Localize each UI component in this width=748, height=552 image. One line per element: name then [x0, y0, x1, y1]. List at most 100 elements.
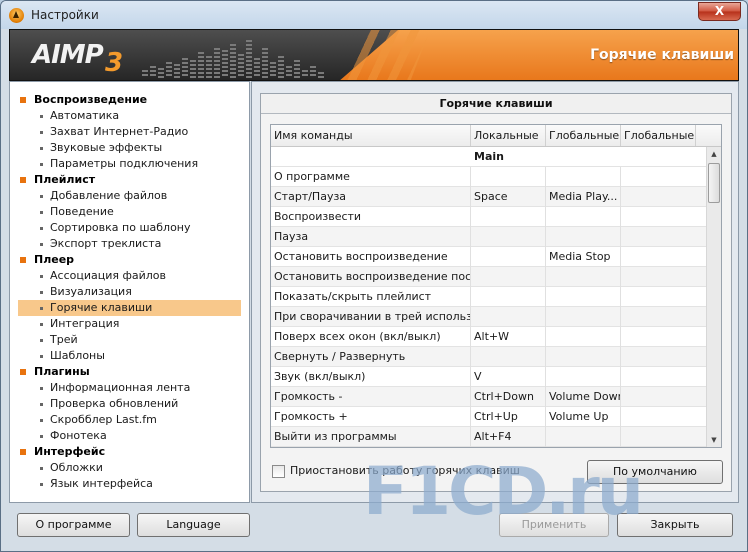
tree-item[interactable]: Скробблер Last.fm: [10, 412, 249, 428]
cell-command: Свернуть / Развернуть: [271, 347, 471, 367]
suspend-hotkeys-checkbox[interactable]: [272, 464, 285, 478]
cell-global2: [621, 247, 707, 267]
tree-dot-icon: [40, 387, 43, 390]
cell-command: Выйти из программы: [271, 427, 471, 447]
cell-command: При сворачивании в трей использо...: [271, 307, 471, 327]
hotkeys-table[interactable]: Имя команды Локальные Глобальные 1 Глоба…: [270, 124, 722, 448]
title-bar[interactable]: Настройки X: [1, 1, 747, 29]
tree-item[interactable]: Параметры подключения: [10, 156, 249, 172]
table-row[interactable]: Выйти из программы Alt+F4: [271, 427, 707, 447]
column-header-command[interactable]: Имя команды: [271, 125, 471, 146]
column-header-global2[interactable]: Глобальные 2: [621, 125, 696, 146]
tree-item[interactable]: Обложки: [10, 460, 249, 476]
tree-dot-icon: [40, 211, 43, 214]
window-close-button[interactable]: X: [698, 2, 741, 21]
table-row[interactable]: Громкость + Ctrl+Up Volume Up: [271, 407, 707, 427]
tree-item[interactable]: Интеграция: [10, 316, 249, 332]
table-row[interactable]: Остановить воспроизведение Media Stop: [271, 247, 707, 267]
tree-item[interactable]: Автоматика: [10, 108, 249, 124]
table-row[interactable]: Показать/скрыть плейлист: [271, 287, 707, 307]
cell-command: Показать/скрыть плейлист: [271, 287, 471, 307]
tree-item[interactable]: Трей: [10, 332, 249, 348]
cell-command: Пауза: [271, 227, 471, 247]
cell-local: [471, 307, 546, 327]
header-banner: AIMP 3 Горячие клавиши: [9, 29, 739, 81]
cell-global2: [621, 287, 707, 307]
cell-command: Громкость +: [271, 407, 471, 427]
cell-local: Ctrl+Down: [471, 387, 546, 407]
tree-item[interactable]: Поведение: [10, 204, 249, 220]
settings-tree: Воспроизведение Автоматика Захват Интернет…: [9, 81, 250, 503]
tree-item[interactable]: Экспорт треклиста: [10, 236, 249, 252]
tree-item[interactable]: Фонотека: [10, 428, 249, 444]
tree-item-label: Проверка обновлений: [50, 397, 179, 410]
tree-dot-icon: [40, 307, 43, 310]
tree-dot-icon: [40, 131, 43, 134]
tree-dot-icon: [40, 483, 43, 486]
table-row[interactable]: Звук (вкл/выкл) V: [271, 367, 707, 387]
tree-item[interactable]: Визуализация: [10, 284, 249, 300]
scroll-down-arrow-icon[interactable]: ▼: [707, 433, 721, 447]
cell-global2: [621, 187, 707, 207]
cell-local: [471, 227, 546, 247]
tree-item[interactable]: Проверка обновлений: [10, 396, 249, 412]
table-row[interactable]: Старт/Пауза Space Media Play...: [271, 187, 707, 207]
cell-command: Остановить воспроизведение посл...: [271, 267, 471, 287]
cell-command: Громкость -: [271, 387, 471, 407]
tree-item[interactable]: Ассоциация файлов: [10, 268, 249, 284]
tree-item[interactable]: Горячие клавиши: [18, 300, 241, 316]
settings-window: Настройки X AIMP 3 Горячие клавиши Воспр…: [0, 0, 748, 552]
equalizer-bar: [262, 48, 268, 78]
category-bullet-icon: [20, 369, 26, 375]
cell-global2: [621, 427, 707, 447]
tree-item[interactable]: Информационная лента: [10, 380, 249, 396]
tree-item-label: Параметры подключения: [50, 157, 199, 170]
column-header-global1[interactable]: Глобальные 1: [546, 125, 621, 146]
tree-category[interactable]: Плеер: [10, 252, 249, 268]
tree-category[interactable]: Интерфейс: [10, 444, 249, 460]
tree-item[interactable]: Язык интерфейса: [10, 476, 249, 492]
equalizer-bar: [214, 48, 220, 78]
column-header-local[interactable]: Локальные: [471, 125, 546, 146]
tree-dot-icon: [40, 419, 43, 422]
tree-category[interactable]: Плейлист: [10, 172, 249, 188]
language-button[interactable]: Language: [137, 513, 250, 537]
tree-item[interactable]: Сортировка по шаблону: [10, 220, 249, 236]
table-scrollbar[interactable]: ▲ ▼: [706, 147, 721, 447]
tree-dot-icon: [40, 323, 43, 326]
tree-item[interactable]: Звуковые эффекты: [10, 140, 249, 156]
table-row[interactable]: Поверх всех окон (вкл/выкл) Alt+W: [271, 327, 707, 347]
table-row[interactable]: О программе: [271, 167, 707, 187]
cell-global2: [621, 167, 707, 187]
tree-item[interactable]: Шаблоны: [10, 348, 249, 364]
about-button[interactable]: О программе: [17, 513, 130, 537]
tree-dot-icon: [40, 435, 43, 438]
tree-item-label: Поведение: [50, 205, 114, 218]
scroll-up-arrow-icon[interactable]: ▲: [707, 147, 721, 161]
table-row[interactable]: Воспроизвести: [271, 207, 707, 227]
tree-category-label: Плагины: [34, 365, 90, 378]
aimp-logo: AIMP: [32, 40, 104, 70]
category-bullet-icon: [20, 257, 26, 263]
table-row[interactable]: Свернуть / Развернуть: [271, 347, 707, 367]
category-bullet-icon: [20, 97, 26, 103]
table-row[interactable]: Громкость - Ctrl+Down Volume Down: [271, 387, 707, 407]
tree-item-label: Добавление файлов: [50, 189, 168, 202]
tree-item-label: Сортировка по шаблону: [50, 221, 191, 234]
tree-category[interactable]: Воспроизведение: [10, 92, 249, 108]
tree-item-label: Захват Интернет-Радио: [50, 125, 189, 138]
cell-global1: [546, 307, 621, 327]
table-row[interactable]: Пауза: [271, 227, 707, 247]
cell-global1: [546, 327, 621, 347]
scroll-thumb[interactable]: [708, 163, 720, 203]
tree-dot-icon: [40, 195, 43, 198]
tree-item[interactable]: Добавление файлов: [10, 188, 249, 204]
table-row[interactable]: При сворачивании в трей использо...: [271, 307, 707, 327]
cell-local: Space: [471, 187, 546, 207]
tree-category[interactable]: Плагины: [10, 364, 249, 380]
equalizer-bar: [182, 58, 188, 78]
table-row[interactable]: Остановить воспроизведение посл...: [271, 267, 707, 287]
tree-item-label: Горячие клавиши: [50, 301, 153, 314]
tree-item[interactable]: Захват Интернет-Радио: [10, 124, 249, 140]
tree-item-label: Интеграция: [50, 317, 120, 330]
